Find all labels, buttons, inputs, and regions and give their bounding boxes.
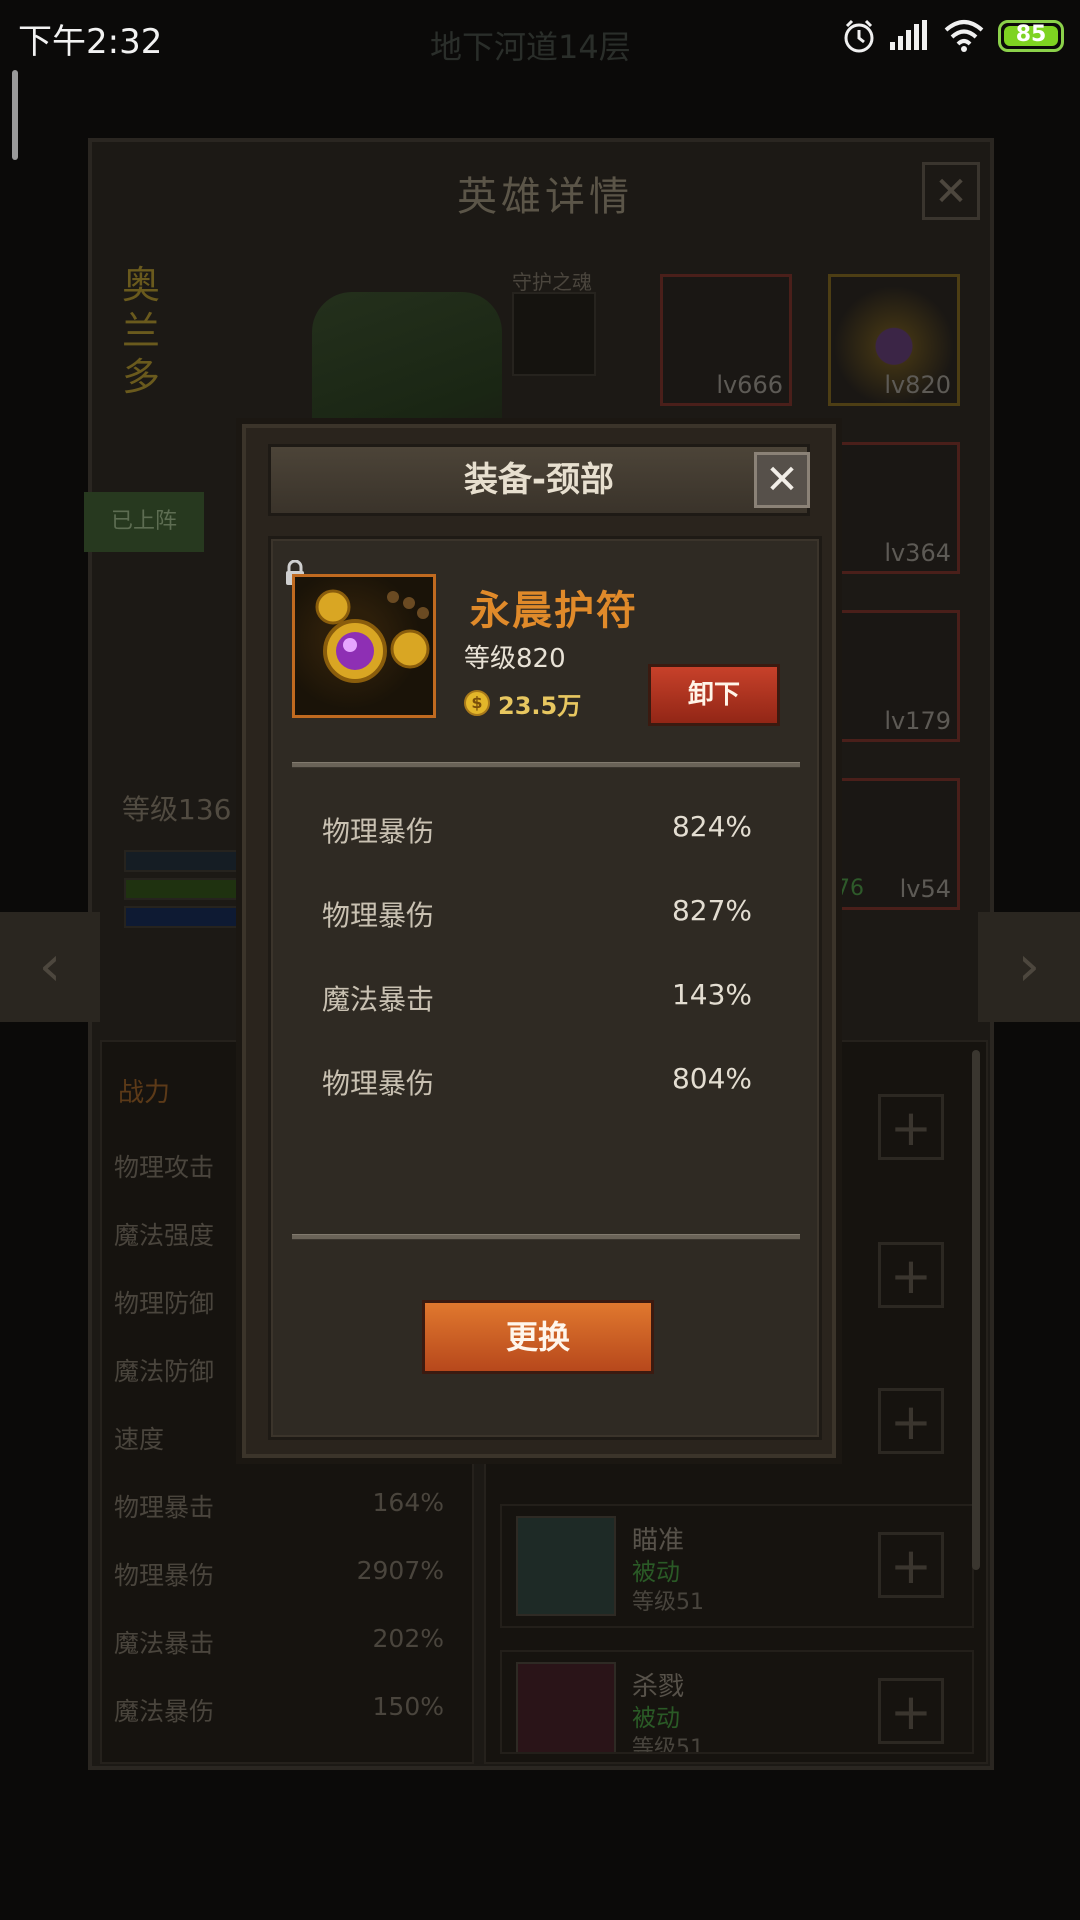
guard-soul-label: 守护之魂 [512,270,592,294]
attribute-name: 物理暴伤 [322,1067,435,1100]
equip-level: lv666 [716,371,783,399]
skill-row[interactable]: 瞄准 被动 等级51 + [500,1504,974,1628]
equip-level: lv54 [899,875,951,903]
equip-slot-boots[interactable]: lv364 [828,442,960,574]
stat-row: 物理暴伤 2907% [114,1556,444,1590]
deployed-tag: 已上阵 [84,492,204,552]
skill-upgrade-button[interactable]: + [878,1094,944,1160]
skill-level: 等级51 [632,1736,704,1754]
next-hero-button[interactable]: › [978,912,1080,1022]
attribute-value: 143% [671,978,752,1011]
prev-hero-button[interactable]: ‹ [0,912,100,1022]
aim-skill-icon [516,1516,616,1616]
skill-level: 等级51 [632,1590,704,1615]
slaughter-skill-icon [516,1662,616,1752]
skill-upgrade-button[interactable]: + [878,1532,944,1598]
equipment-dialog: 装备-颈部 ✕ 永晨护符 等级820 $ 23.5万 卸下 物理暴伤 824% … [236,418,842,1464]
skill-upgrade-button[interactable]: + [878,1388,944,1454]
amulet-icon [315,589,430,683]
hero-detail-title: 英雄详情 [457,174,633,220]
dialog-header: 装备-颈部 [268,444,810,516]
skill-type: 被动 [632,1558,680,1586]
replace-button[interactable]: 更换 [422,1300,654,1374]
divider [292,1234,800,1240]
skill-type: 被动 [632,1704,680,1732]
dungeon-floor-label: 地下河道14层 [430,28,631,66]
stat-row: 物理暴击 164% [114,1488,444,1522]
skill-upgrade-button[interactable]: + [878,1678,944,1744]
equip-level: lv179 [884,707,951,735]
attribute-row: 物理暴伤 827% [322,894,752,934]
power-label: 战力 [118,1078,171,1108]
item-level: 等级820 [464,644,566,674]
equip-level: lv820 [884,371,951,399]
attribute-row: 物理暴伤 824% [322,810,752,850]
divider [292,762,800,768]
top-hud: 地下河道14层 [160,14,860,74]
item-icon [292,574,436,718]
unequip-button[interactable]: 卸下 [648,664,780,726]
attribute-value: 804% [671,1062,752,1095]
equip-slot-head[interactable]: lv666 [660,274,792,406]
attribute-name: 物理暴伤 [322,899,435,932]
stat-row: 魔法暴击 202% [114,1624,444,1658]
attribute-row: 物理暴伤 804% [322,1062,752,1102]
attribute-row: 魔法暴击 143% [322,978,752,1018]
coin-icon: $ [464,690,490,716]
stat-row: 魔法暴伤 150% [114,1692,444,1726]
skill-row[interactable]: 杀戮 被动 等级51 + [500,1650,974,1754]
hero-level: 等级136 [122,793,232,826]
attribute-value: 824% [671,810,752,843]
equip-slot-neck[interactable]: lv820 [828,274,960,406]
equip-slot-ring[interactable]: lv179 [828,610,960,742]
hero-detail-close-button[interactable]: ✕ [922,162,980,220]
dialog-title: 装备-颈部 [463,460,615,500]
hero-name: 奥兰多 [122,263,161,399]
skills-scrollbar[interactable] [972,1050,980,1570]
skill-upgrade-button[interactable]: + [878,1242,944,1308]
attribute-name: 物理暴伤 [322,815,435,848]
attribute-name: 魔法暴击 [322,983,435,1016]
item-price: 23.5万 [498,692,582,720]
item-name: 永晨护符 [470,588,638,634]
scroll-indicator [12,70,18,160]
close-button[interactable]: ✕ [754,452,810,508]
equip-level: lv364 [884,539,951,567]
close-icon: ✕ [765,457,799,503]
guard-soul-slot[interactable] [512,292,596,376]
attribute-value: 827% [671,894,752,927]
